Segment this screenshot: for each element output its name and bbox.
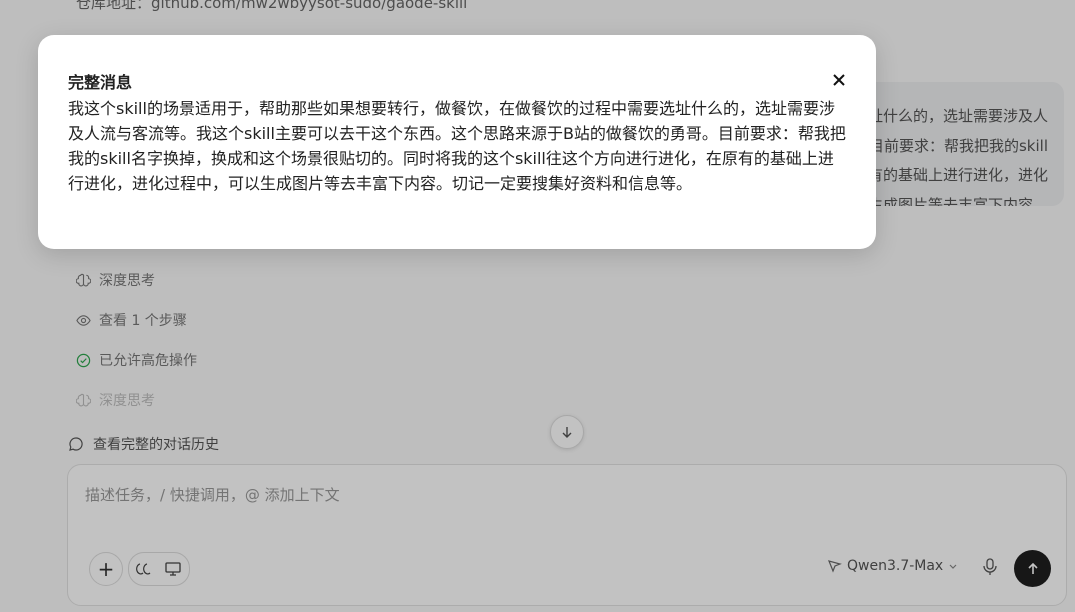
close-button[interactable] <box>828 69 850 91</box>
dialog-message-text: 我这个skill的场景适用于，帮助那些如果想要转行，做餐饮，在做餐饮的过程中需要… <box>68 99 846 193</box>
close-icon <box>833 74 845 86</box>
dialog-title: 完整消息 <box>68 73 133 92</box>
full-message-dialog: 完整消息 我这个skill的场景适用于，帮助那些如果想要转行，做餐饮，在做餐饮的… <box>38 35 876 249</box>
